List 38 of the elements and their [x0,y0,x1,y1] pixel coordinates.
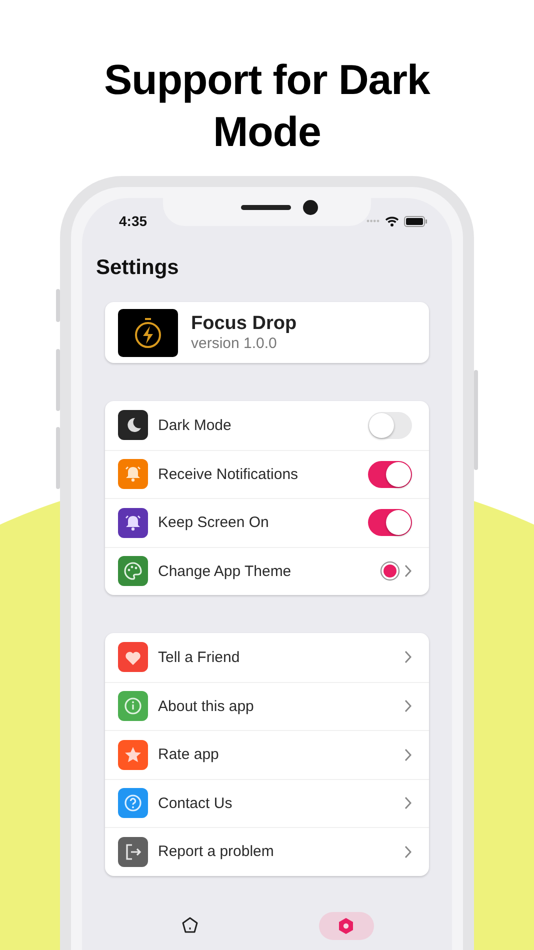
row-label: About this app [158,698,255,715]
camera-lens [303,200,318,215]
app-version: version 1.0.0 [191,334,278,352]
settings-row[interactable]: Keep Screen On [105,498,429,546]
signal-icon [366,219,380,223]
toggle-switch[interactable] [368,460,412,488]
chevron-icon [404,699,412,714]
wifi-icon [385,216,399,226]
settings-row[interactable]: Receive Notifications [105,450,429,498]
settings-row[interactable]: About this app [105,682,429,730]
row-label: Report a problem [158,843,275,860]
chevron-icon [404,796,412,810]
chevron-icon [404,564,412,578]
settings-row[interactable]: Report a problem [105,827,429,876]
toggle-switch[interactable] [368,509,412,536]
row-label: Rate app [158,746,220,764]
app-logo-icon [118,308,178,356]
row-label: Keep Screen On [158,514,270,532]
row-label: Tell a Friend [158,648,241,666]
row-label: Contact Us [158,794,234,812]
app-name: Focus Drop [191,312,297,334]
row-label: Receive Notifications [158,466,300,483]
row-label: Dark Mode [158,416,232,434]
headline: Support for Dark Mode [103,55,432,157]
status-time: 4:35 [119,213,148,229]
settings-row[interactable]: Dark Mode [105,401,429,450]
speaker-grille [241,205,291,210]
page-title: Settings [96,255,180,281]
battery-icon [404,216,428,226]
row-label: Change App Theme [158,562,292,580]
chevron-icon [404,844,412,859]
toggle-switch[interactable] [368,412,412,439]
settings-row[interactable]: Rate app [105,730,429,778]
settings-row[interactable]: Contact Us [105,778,429,827]
settings-row[interactable]: Tell a Friend [105,633,429,682]
chevron-icon [404,748,412,762]
settings-row[interactable]: Change App Theme [105,546,429,595]
chevron-icon [404,650,412,664]
